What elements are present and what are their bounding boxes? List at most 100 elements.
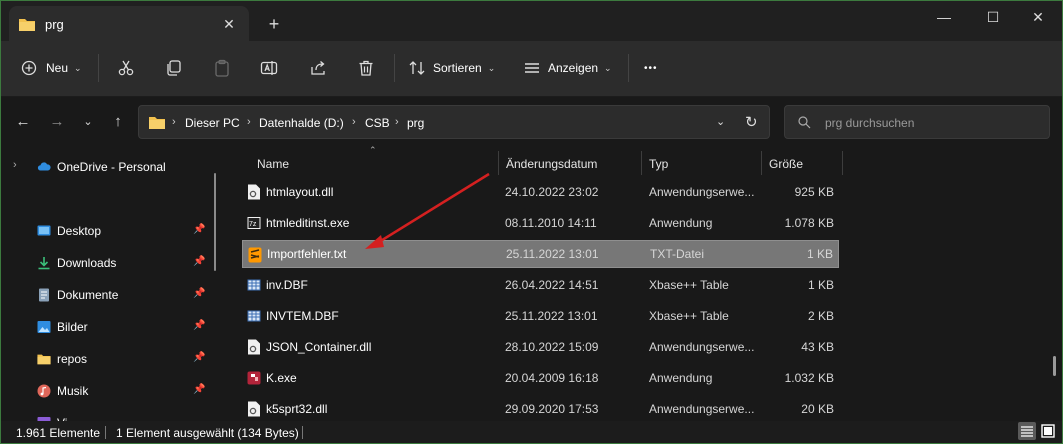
column-divider[interactable]	[641, 151, 642, 175]
chevron-right-icon[interactable]: ›	[13, 159, 17, 171]
cloud-icon	[37, 162, 51, 171]
new-label: Neu	[46, 61, 69, 75]
details-view-icon[interactable]	[1018, 422, 1036, 440]
tiles-view-icon[interactable]	[1039, 422, 1057, 440]
refresh-icon[interactable]: ↻	[745, 113, 758, 131]
sidebar-item-music[interactable]: Musik 📌	[1, 379, 213, 403]
recent-locations-button[interactable]: ⌄	[75, 109, 101, 135]
file-row-selected[interactable]: Importfehler.txt 25.11.2022 13:01 TXT-Da…	[242, 240, 839, 268]
paste-button[interactable]	[213, 51, 231, 85]
close-window-button[interactable]: ✕	[1014, 1, 1062, 33]
sidebar-item-documents[interactable]: Dokumente 📌	[1, 283, 213, 307]
file-size: 20 KB	[801, 402, 834, 416]
file-type: Anwendungserwe...	[649, 185, 755, 199]
toolbar-divider	[98, 54, 99, 82]
document-icon	[39, 288, 49, 302]
chevron-down-icon: ⌄	[487, 62, 496, 73]
trash-icon	[359, 60, 373, 76]
toolbar-divider	[394, 54, 395, 82]
file-type: TXT-Datei	[650, 247, 705, 261]
tab-prg[interactable]: prg ✕	[9, 6, 249, 41]
close-tab-button[interactable]: ✕	[217, 14, 241, 34]
breadcrumb-separator: ›	[395, 116, 399, 128]
file-name: htmlayout.dll	[266, 185, 334, 199]
svg-text:7z: 7z	[249, 221, 257, 228]
sidebar-scrollbar[interactable]	[214, 173, 216, 271]
file-size: 1 KB	[807, 278, 834, 292]
sidebar-item-repos[interactable]: repos 📌	[1, 347, 213, 371]
column-divider[interactable]	[842, 151, 843, 175]
column-divider[interactable]	[761, 151, 762, 175]
chevron-down-icon[interactable]: ⌄	[716, 115, 725, 128]
sidebar-item-label: Desktop	[57, 224, 102, 238]
rename-button[interactable]	[260, 51, 278, 85]
clipboard-icon	[215, 59, 229, 77]
share-button[interactable]	[309, 51, 327, 85]
breadcrumb-csb[interactable]: CSB	[365, 116, 390, 130]
sort-ascending-icon: ⌃	[369, 145, 377, 155]
folder-icon	[37, 354, 51, 365]
sidebar-item-label: Musik	[57, 384, 89, 398]
music-icon	[37, 384, 51, 398]
file-date: 25.11.2022 13:01	[505, 309, 598, 323]
file-row[interactable]: INVTEM.DBF 25.11.2022 13:01 Xbase++ Tabl…	[242, 302, 839, 330]
file-date: 24.10.2022 23:02	[505, 185, 599, 199]
sidebar-item-pictures[interactable]: Bilder 📌	[1, 315, 213, 339]
sidebar-item-downloads[interactable]: Downloads 📌	[1, 251, 213, 275]
plus-circle-icon	[21, 60, 37, 76]
view-button[interactable]: Anzeigen ⌄	[523, 51, 612, 85]
breadcrumb-drive[interactable]: Datenhalde (D:)	[259, 116, 344, 130]
pin-icon: 📌	[193, 256, 206, 267]
file-type: Xbase++ Table	[649, 309, 729, 323]
exe-icon: 7z	[247, 217, 261, 229]
file-type: Anwendungserwe...	[649, 340, 755, 354]
file-name: INVTEM.DBF	[266, 309, 339, 323]
file-date: 28.10.2022 15:09	[505, 340, 599, 354]
minimize-button[interactable]: —	[920, 1, 968, 33]
tab-label: prg	[45, 17, 64, 32]
file-row[interactable]: 7z htmleditinst.exe 08.11.2010 14:11 Anw…	[242, 209, 839, 237]
file-row[interactable]: inv.DBF 26.04.2022 14:51 Xbase++ Table 1…	[242, 271, 839, 299]
search-box[interactable]: prg durchsuchen	[784, 105, 1050, 139]
cut-button[interactable]	[117, 51, 135, 85]
up-button[interactable]: ↑	[105, 109, 131, 135]
file-size: 1.078 KB	[784, 216, 834, 230]
file-row[interactable]: htmlayout.dll 24.10.2022 23:02 Anwendung…	[242, 178, 839, 206]
file-row[interactable]: JSON_Container.dll 28.10.2022 15:09 Anwe…	[242, 333, 839, 361]
forward-button[interactable]: →	[44, 109, 70, 135]
file-type: Anwendung	[649, 371, 713, 385]
command-bar: Neu ⌄ Sortieren ⌄ Anzeigen ⌄ •••	[1, 41, 1062, 97]
copy-button[interactable]	[165, 51, 183, 85]
sort-button[interactable]: Sortieren ⌄	[408, 51, 495, 85]
dll-icon	[248, 401, 260, 417]
file-type: Anwendung	[649, 216, 713, 230]
back-button[interactable]: ←	[10, 109, 36, 135]
more-options-button[interactable]: •••	[644, 51, 658, 85]
search-placeholder[interactable]: prg durchsuchen	[825, 116, 914, 130]
delete-button[interactable]	[357, 51, 375, 85]
pin-icon: 📌	[193, 384, 206, 395]
file-list-scrollbar[interactable]	[1053, 356, 1056, 376]
file-row[interactable]: k5sprt32.dll 29.09.2020 17:53 Anwendungs…	[242, 395, 839, 423]
sublime-text-icon	[248, 247, 262, 263]
new-button[interactable]: Neu ⌄	[21, 51, 82, 85]
breadcrumb-separator: ›	[247, 116, 251, 128]
pin-icon: 📌	[193, 224, 206, 235]
file-date: 08.11.2010 14:11	[505, 216, 597, 230]
new-tab-button[interactable]: +	[263, 13, 285, 35]
breadcrumb-separator: ›	[352, 116, 356, 128]
copy-icon	[167, 60, 181, 76]
file-size: 1 KB	[806, 247, 833, 261]
column-divider[interactable]	[498, 151, 499, 175]
file-size: 43 KB	[801, 340, 834, 354]
sidebar-item-onedrive[interactable]: › OneDrive - Personal	[1, 155, 213, 179]
file-name: K.exe	[266, 371, 297, 385]
file-row[interactable]: K.exe 20.04.2009 16:18 Anwendung 1.032 K…	[242, 364, 839, 392]
address-bar[interactable]: › Dieser PC › Datenhalde (D:) › CSB › pr…	[138, 105, 770, 139]
file-name: Importfehler.txt	[267, 247, 347, 261]
maximize-button[interactable]: ☐	[969, 1, 1017, 33]
breadcrumb-this-pc[interactable]: Dieser PC	[185, 116, 240, 130]
breadcrumb-prg[interactable]: prg	[407, 116, 424, 130]
sidebar-item-videos[interactable]: Vi	[1, 411, 213, 421]
sidebar-item-desktop[interactable]: Desktop 📌	[1, 219, 213, 243]
